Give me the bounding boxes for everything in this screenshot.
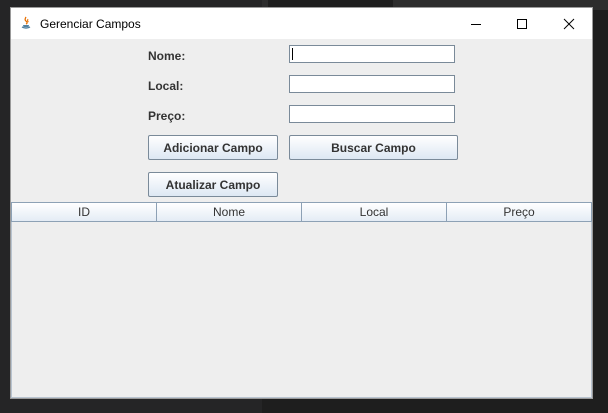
atualizar-campo-button[interactable]: Atualizar Campo — [148, 172, 278, 197]
table-header: ID Nome Local Preço — [11, 202, 592, 222]
minimize-icon — [471, 23, 481, 25]
table-body[interactable] — [11, 222, 592, 398]
background-bottom-right — [262, 398, 608, 413]
local-field[interactable] — [289, 75, 455, 93]
buscar-campo-button[interactable]: Buscar Campo — [289, 135, 458, 160]
adicionar-campo-button[interactable]: Adicionar Campo — [148, 135, 278, 160]
nome-label: Nome: — [148, 49, 186, 63]
background-editor-edge — [592, 10, 608, 413]
maximize-icon — [517, 18, 527, 29]
close-icon — [563, 18, 575, 29]
column-header-nome[interactable]: Nome — [157, 202, 302, 222]
column-header-id[interactable]: ID — [11, 202, 157, 222]
title-bar[interactable]: Gerenciar Campos — [11, 8, 592, 39]
minimize-button[interactable] — [453, 8, 499, 39]
java-icon — [19, 16, 33, 30]
close-button[interactable] — [546, 8, 592, 39]
local-label: Local: — [148, 79, 184, 93]
window-title: Gerenciar Campos — [40, 17, 141, 31]
gerenciar-campos-window: Gerenciar Campos Nome: Local: Preço: Adi… — [10, 7, 593, 399]
campos-table: ID Nome Local Preço — [11, 202, 592, 398]
maximize-button[interactable] — [499, 8, 545, 39]
column-header-local[interactable]: Local — [302, 202, 447, 222]
preco-label: Preço: — [148, 109, 186, 123]
preco-field[interactable] — [289, 105, 455, 123]
column-header-preco[interactable]: Preço — [447, 202, 592, 222]
nome-field[interactable] — [289, 45, 455, 63]
